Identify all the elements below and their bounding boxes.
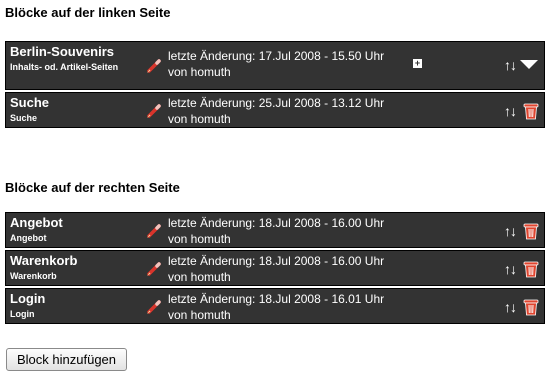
trash-delete-icon[interactable] xyxy=(523,222,539,240)
block-name[interactable]: Berlin-Souvenirs xyxy=(10,44,114,59)
right-block-list: Angebot Angebot letzte Änderung: 18.Jul … xyxy=(5,212,545,326)
trash-delete-icon[interactable] xyxy=(523,260,539,278)
block-author: von homuth xyxy=(168,65,231,79)
block-changed: letzte Änderung: 18.Jul 2008 - 16.00 Uhr xyxy=(168,254,385,268)
block-name[interactable]: Angebot xyxy=(10,215,63,230)
block-name[interactable]: Warenkorb xyxy=(10,253,77,268)
block-author: von homuth xyxy=(168,308,231,322)
collapse-triangle-icon[interactable] xyxy=(520,60,538,69)
pencil-edit-icon[interactable] xyxy=(146,103,162,119)
move-arrows-icon[interactable]: ↑↓ xyxy=(504,299,517,315)
block-changed: letzte Änderung: 17.Jul 2008 - 15.50 Uhr xyxy=(168,49,385,63)
block-author: von homuth xyxy=(168,232,231,246)
pencil-edit-icon[interactable] xyxy=(146,223,162,239)
block-type: Login xyxy=(10,309,35,319)
right-section-title: Blöcke auf der rechten Seite xyxy=(5,180,180,195)
block-info: letzte Änderung: 18.Jul 2008 - 16.00 Uhr… xyxy=(168,215,384,247)
block-row-berlin-souvenirs: Berlin-Souvenirs Inhalts- od. Artikel-Se… xyxy=(5,41,545,90)
block-changed: letzte Änderung: 18.Jul 2008 - 16.00 Uhr xyxy=(168,216,385,230)
add-block-button[interactable]: Block hinzufügen xyxy=(6,348,128,371)
pencil-edit-icon[interactable] xyxy=(146,58,162,74)
move-arrows-icon[interactable]: ↑↓ xyxy=(504,261,517,277)
left-section-title: Blöcke auf der linken Seite xyxy=(5,5,171,20)
block-author: von homuth xyxy=(168,270,231,284)
left-block-list: Berlin-Souvenirs Inhalts- od. Artikel-Se… xyxy=(5,41,545,130)
block-row-login: Login Login letzte Änderung: 18.Jul 2008… xyxy=(5,288,545,324)
block-name[interactable]: Login xyxy=(10,291,45,306)
move-arrows-icon[interactable]: ↑↓ xyxy=(504,103,517,119)
trash-delete-icon[interactable] xyxy=(523,102,539,120)
block-changed: letzte Änderung: 18.Jul 2008 - 16.01 Uhr xyxy=(168,292,385,306)
block-row-suche: Suche Suche letzte Änderung: 25.Jul 2008… xyxy=(5,92,545,128)
expand-icon[interactable]: + xyxy=(413,59,422,68)
block-name[interactable]: Suche xyxy=(10,95,49,110)
pencil-edit-icon[interactable] xyxy=(146,261,162,277)
move-arrows-icon[interactable]: ↑↓ xyxy=(504,223,517,239)
block-info: letzte Änderung: 17.Jul 2008 - 15.50 Uhr… xyxy=(168,48,384,80)
block-row-warenkorb: Warenkorb Warenkorb letzte Änderung: 18.… xyxy=(5,250,545,286)
block-type: Angebot xyxy=(10,233,47,243)
block-author: von homuth xyxy=(168,112,231,126)
move-arrows-icon[interactable]: ↑↓ xyxy=(504,57,517,73)
block-type: Suche xyxy=(10,113,38,123)
trash-delete-icon[interactable] xyxy=(523,298,539,316)
block-info: letzte Änderung: 25.Jul 2008 - 13.12 Uhr… xyxy=(168,95,384,127)
block-info: letzte Änderung: 18.Jul 2008 - 16.01 Uhr… xyxy=(168,291,384,323)
block-info: letzte Änderung: 18.Jul 2008 - 16.00 Uhr… xyxy=(168,253,384,285)
block-changed: letzte Änderung: 25.Jul 2008 - 13.12 Uhr xyxy=(168,96,385,110)
block-type: Warenkorb xyxy=(10,271,57,281)
pencil-edit-icon[interactable] xyxy=(146,299,162,315)
block-row-angebot: Angebot Angebot letzte Änderung: 18.Jul … xyxy=(5,212,545,248)
block-type: Inhalts- od. Artikel-Seiten xyxy=(10,62,119,72)
